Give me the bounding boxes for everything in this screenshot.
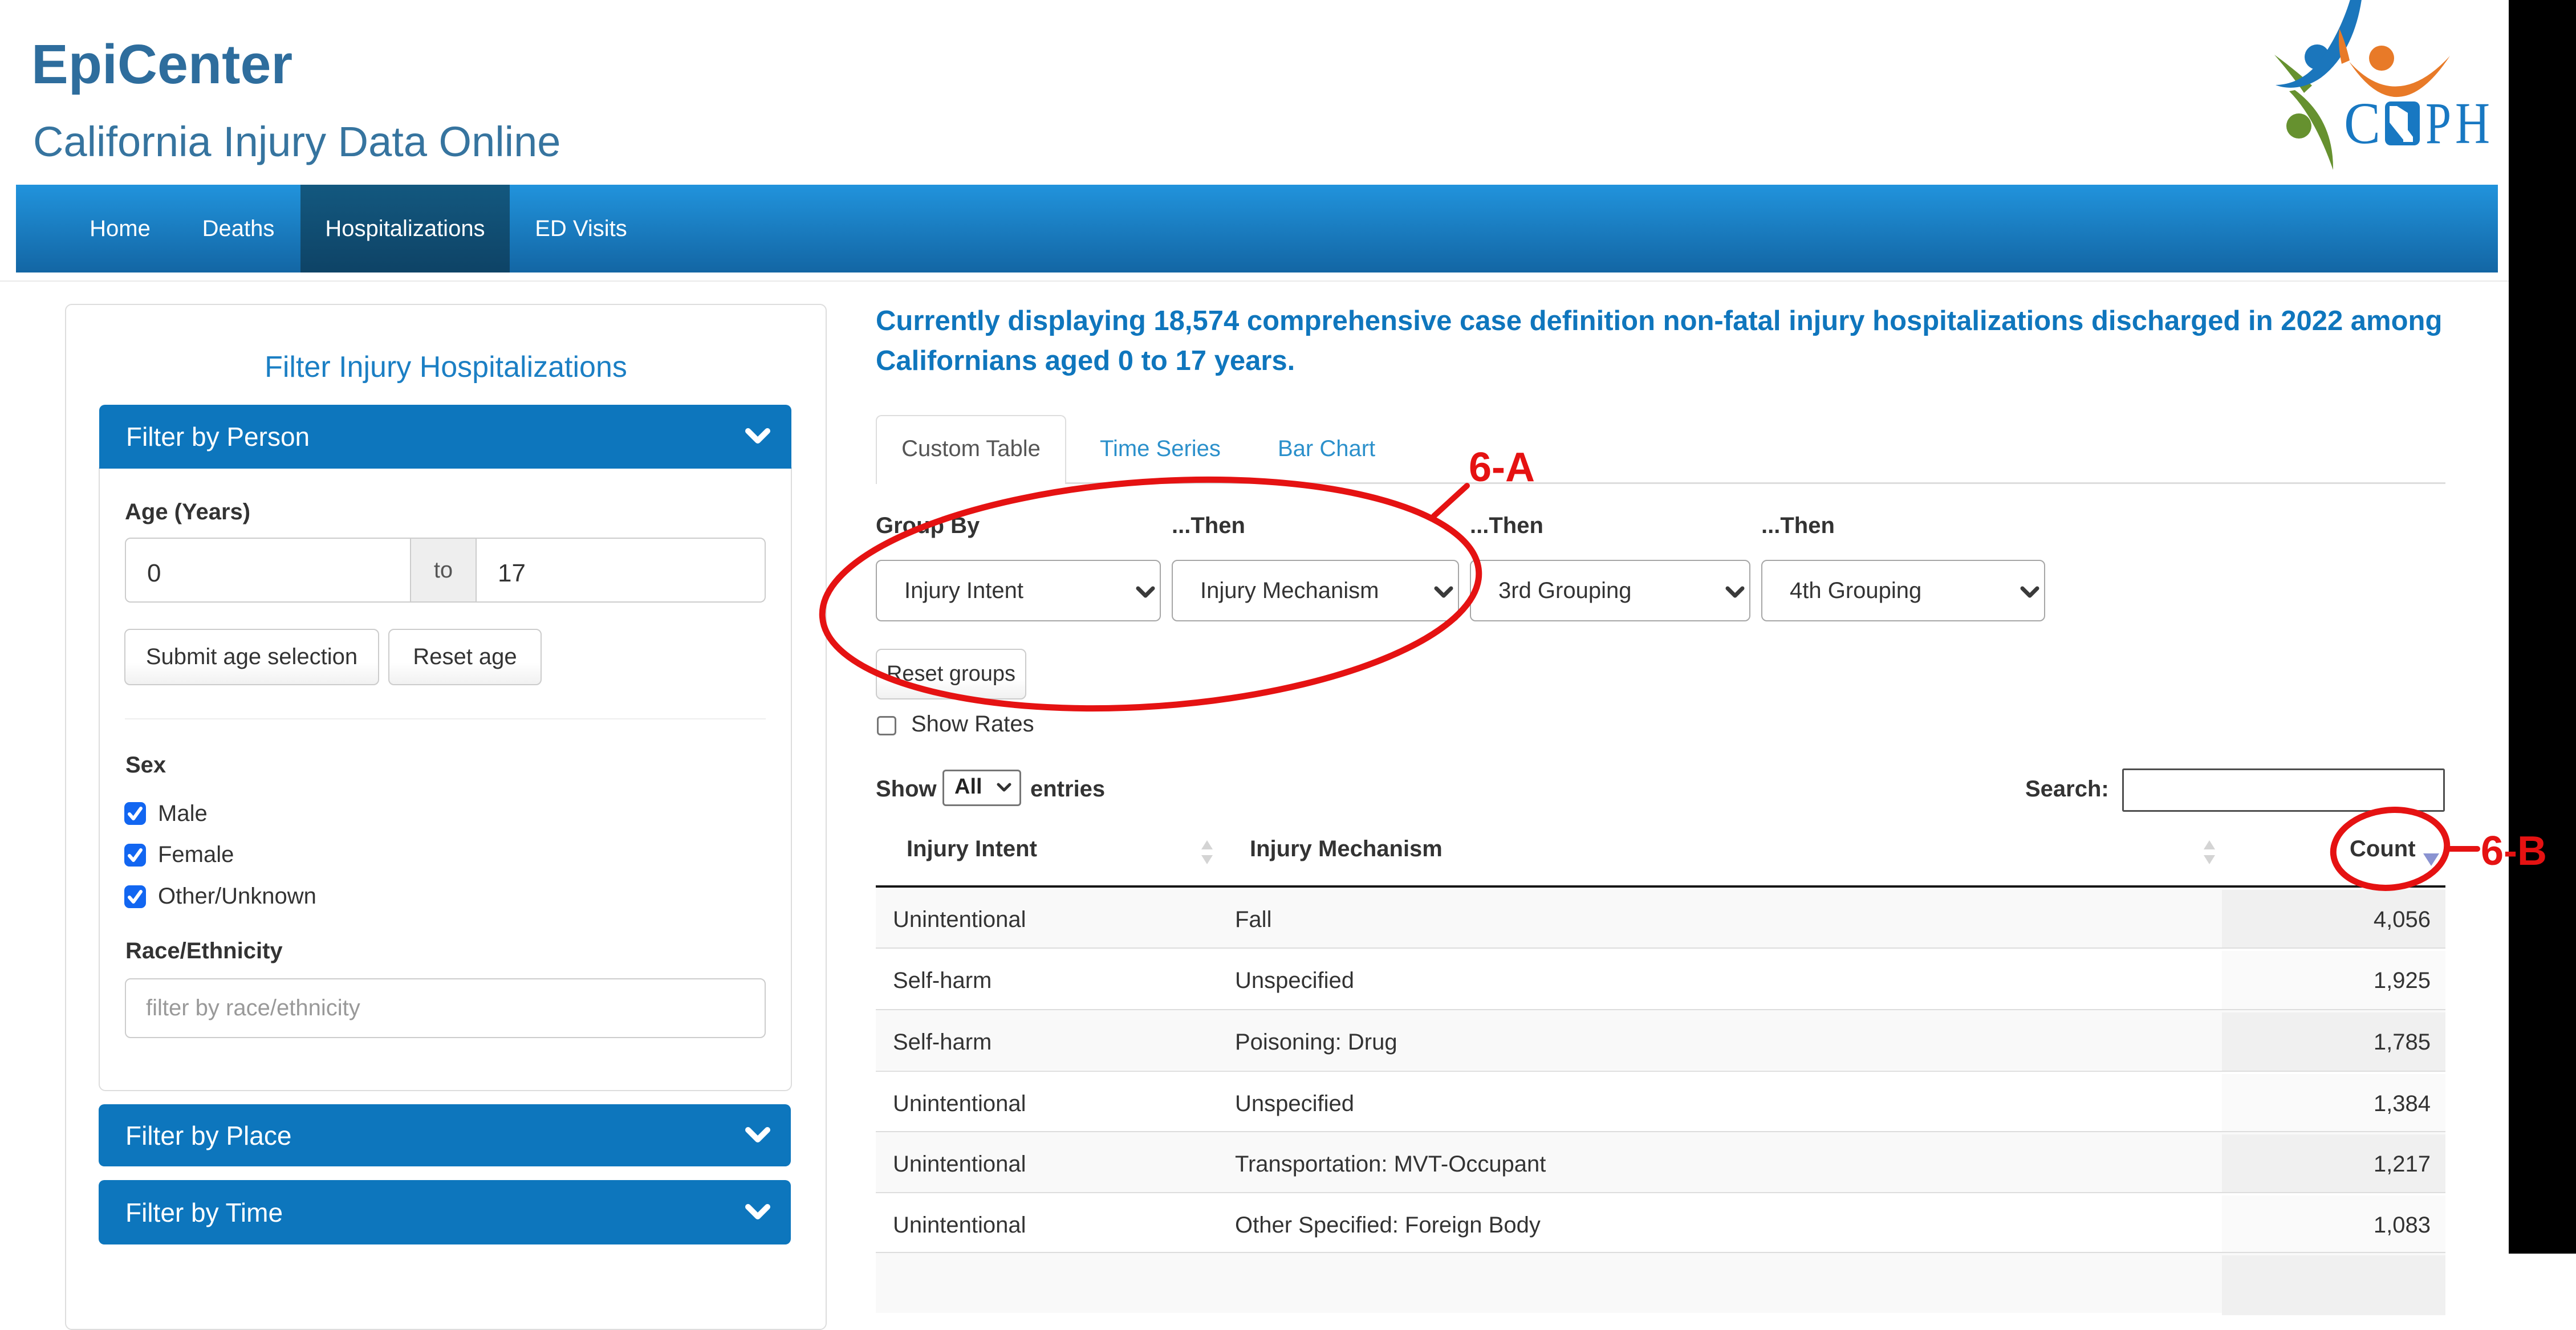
svg-text:H: H (2455, 91, 2490, 156)
svg-text:C: C (2344, 91, 2380, 156)
svg-text:P: P (2425, 91, 2451, 156)
